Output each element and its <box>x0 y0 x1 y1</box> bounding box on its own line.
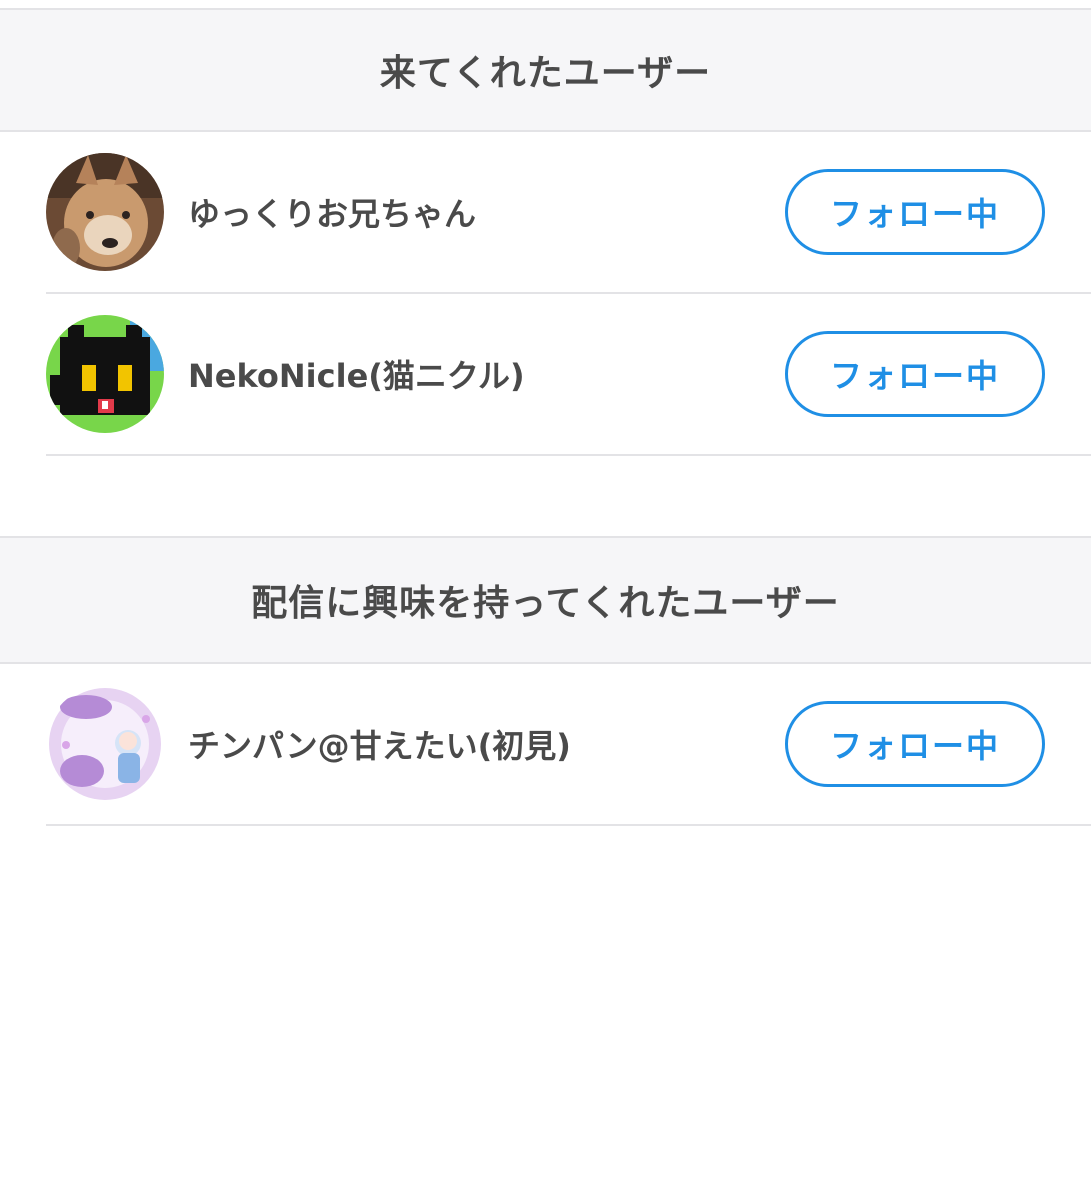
following-button[interactable]: フォロー中 <box>785 169 1045 255</box>
visitor-list: ゆっくりお兄ちゃん フォロー中 NekoNicle(猫ニクル) フォロー中 <box>0 132 1091 456</box>
following-button[interactable]: フォロー中 <box>785 701 1045 787</box>
section-header-visitors: 来てくれたユーザー <box>0 10 1091 132</box>
user-name[interactable]: チンパン@甘えたい(初見) <box>188 721 571 767</box>
user-row[interactable]: ゆっくりお兄ちゃん フォロー中 <box>46 132 1091 294</box>
user-name[interactable]: ゆっくりお兄ちゃん <box>188 189 476 235</box>
user-row[interactable]: NekoNicle(猫ニクル) フォロー中 <box>46 294 1091 456</box>
section-title: 来てくれたユーザー <box>379 53 712 94</box>
pixel-cat-avatar[interactable] <box>46 315 164 433</box>
following-button[interactable]: フォロー中 <box>785 331 1045 417</box>
user-row[interactable]: チンパン@甘えたい(初見) フォロー中 <box>46 664 1091 826</box>
section-header-interested: 配信に興味を持ってくれたユーザー <box>0 536 1091 664</box>
section-title: 配信に興味を持ってくれたユーザー <box>251 583 840 624</box>
user-name[interactable]: NekoNicle(猫ニクル) <box>188 351 525 397</box>
anime-badge-avatar[interactable] <box>46 685 164 803</box>
top-divider <box>0 0 1091 10</box>
interested-list: チンパン@甘えたい(初見) フォロー中 <box>0 664 1091 826</box>
shiba-dog-avatar[interactable] <box>46 153 164 271</box>
